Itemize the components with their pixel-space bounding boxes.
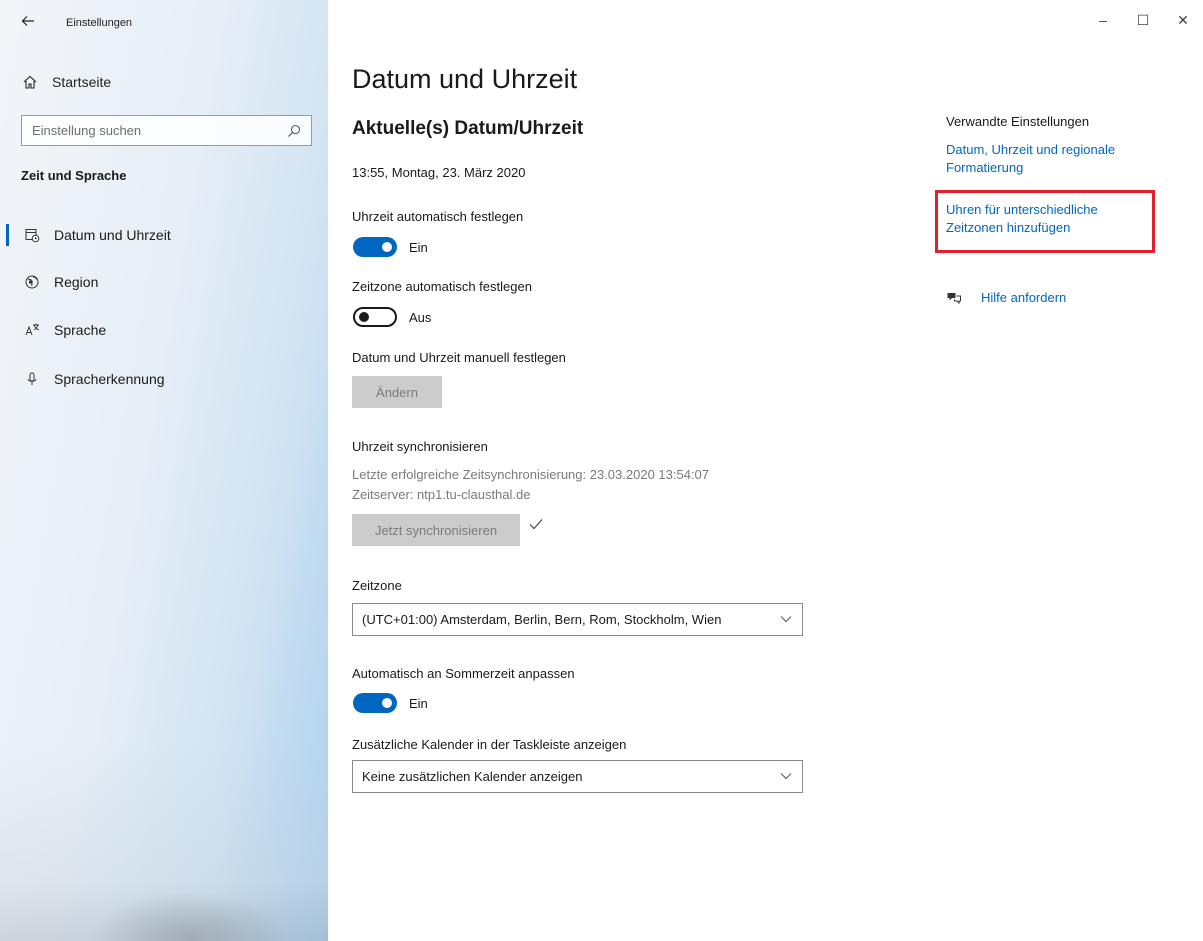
page-title: Datum und Uhrzeit bbox=[352, 64, 578, 94]
sync-heading: Uhrzeit synchronisieren bbox=[352, 439, 488, 454]
sidebar-item-sprache[interactable]: Sprache bbox=[0, 315, 328, 345]
timezone-value: (UTC+01:00) Amsterdam, Berlin, Bern, Rom… bbox=[362, 612, 722, 627]
dst-toggle[interactable] bbox=[353, 693, 397, 713]
link-line: Uhren für unterschiedliche bbox=[946, 202, 1098, 217]
title-bar: Einstellungen bbox=[0, 0, 328, 44]
current-datetime-value: 13:55, Montag, 23. März 2020 bbox=[352, 165, 526, 180]
section-title: Zeit und Sprache bbox=[21, 168, 127, 183]
auto-time-label: Uhrzeit automatisch festlegen bbox=[352, 209, 524, 224]
sidebar-item-spracherkennung[interactable]: Spracherkennung bbox=[0, 364, 328, 394]
toggle-knob bbox=[382, 242, 392, 252]
manual-label: Datum und Uhrzeit manuell festlegen bbox=[352, 350, 566, 365]
sidebar-item-label: Region bbox=[54, 274, 99, 290]
link-add-clocks[interactable]: Uhren für unterschiedliche Zeitzonen hin… bbox=[946, 201, 1098, 237]
auto-time-toggle[interactable] bbox=[353, 237, 397, 257]
auto-timezone-state: Aus bbox=[409, 310, 432, 325]
calendar-value: Keine zusätzlichen Kalender anzeigen bbox=[362, 769, 583, 784]
link-regional-formatting[interactable]: Datum, Uhrzeit und regionale Formatierun… bbox=[946, 141, 1115, 177]
link-line: Zeitzonen hinzufügen bbox=[946, 220, 1071, 235]
minimize-button[interactable]: – bbox=[1083, 0, 1123, 40]
sidebar-item-datum-und-uhrzeit[interactable]: Datum und Uhrzeit bbox=[0, 220, 328, 250]
last-sync-text: Letzte erfolgreiche Zeitsynchronisierung… bbox=[352, 467, 710, 482]
dst-label: Automatisch an Sommerzeit anpassen bbox=[352, 666, 575, 681]
link-get-help[interactable]: Hilfe anfordern bbox=[981, 289, 1066, 307]
checkmark-icon bbox=[529, 519, 543, 530]
home-icon bbox=[23, 75, 37, 89]
link-line: Datum, Uhrzeit und regionale bbox=[946, 142, 1116, 157]
sync-now-button[interactable]: Jetzt synchronisieren bbox=[352, 514, 520, 546]
app-title: Einstellungen bbox=[66, 17, 133, 29]
calendar-clock-icon bbox=[25, 229, 40, 243]
sidebar-item-label: Sprache bbox=[54, 322, 107, 338]
link-line: Formatierung bbox=[946, 160, 1024, 175]
close-button[interactable]: ✕ bbox=[1163, 0, 1203, 40]
search-box[interactable] bbox=[21, 115, 312, 146]
dst-state: Ein bbox=[409, 696, 428, 711]
sidebar: Einstellungen Startseite Zeit und Sprach… bbox=[0, 0, 328, 941]
language-icon bbox=[25, 323, 40, 336]
timezone-dropdown[interactable]: (UTC+01:00) Amsterdam, Berlin, Bern, Rom… bbox=[352, 603, 803, 636]
nav-home[interactable]: Startseite bbox=[22, 72, 111, 92]
auto-timezone-label: Zeitzone automatisch festlegen bbox=[352, 279, 532, 294]
current-datetime-heading: Aktuelle(s) Datum/Uhrzeit bbox=[352, 118, 584, 139]
chevron-down-icon bbox=[780, 773, 792, 780]
change-button[interactable]: Ändern bbox=[352, 376, 442, 408]
search-icon[interactable] bbox=[287, 124, 301, 138]
auto-time-state: Ein bbox=[409, 240, 428, 255]
toggle-knob bbox=[382, 698, 392, 708]
maximize-button[interactable]: ☐ bbox=[1123, 0, 1163, 40]
sidebar-item-label: Datum und Uhrzeit bbox=[54, 227, 171, 243]
back-arrow-icon[interactable] bbox=[20, 13, 38, 31]
window-controls: – ☐ ✕ bbox=[1083, 0, 1203, 40]
chevron-down-icon bbox=[780, 616, 792, 623]
help-icon bbox=[947, 293, 961, 305]
auto-timezone-toggle[interactable] bbox=[353, 307, 397, 327]
sidebar-item-region[interactable]: Region bbox=[0, 267, 328, 297]
sidebar-item-label: Spracherkennung bbox=[54, 371, 165, 387]
toggle-knob bbox=[359, 312, 369, 322]
nav-home-label: Startseite bbox=[52, 74, 112, 90]
search-input[interactable] bbox=[22, 116, 272, 145]
timezone-label: Zeitzone bbox=[352, 578, 402, 593]
calendar-dropdown[interactable]: Keine zusätzlichen Kalender anzeigen bbox=[352, 760, 803, 793]
microphone-icon bbox=[27, 372, 37, 385]
selected-indicator bbox=[6, 224, 9, 246]
time-server-text: Zeitserver: ntp1.tu-clausthal.de bbox=[352, 487, 531, 502]
calendar-label: Zusätzliche Kalender in der Taskleiste a… bbox=[352, 737, 627, 752]
globe-icon bbox=[25, 275, 39, 289]
related-settings-title: Verwandte Einstellungen bbox=[946, 114, 1090, 129]
